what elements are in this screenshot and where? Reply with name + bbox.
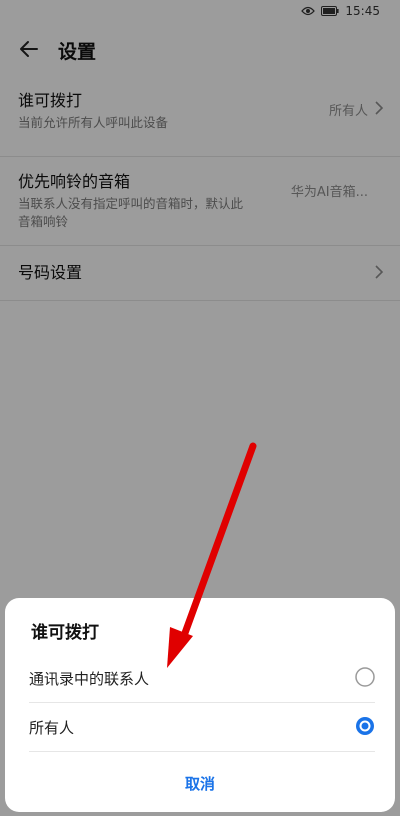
radio-unchecked-icon[interactable] [355,667,375,687]
option-label: 所有人 [29,719,75,737]
settings-screen: 15:45 设置 谁可拨打 当前允许所有人呼叫此设备 所有人 优先响铃的音箱 当… [0,0,400,816]
option-label: 通讯录中的联系人 [29,670,150,688]
cancel-button[interactable]: 取消 [5,768,395,798]
option-everyone[interactable]: 所有人 [29,703,375,752]
option-contacts[interactable]: 通讯录中的联系人 [29,654,375,703]
dialog-title: 谁可拨打 [31,623,99,643]
radio-checked-icon[interactable] [355,716,375,736]
who-can-call-dialog: 谁可拨打 通讯录中的联系人 所有人 取消 [5,598,395,812]
